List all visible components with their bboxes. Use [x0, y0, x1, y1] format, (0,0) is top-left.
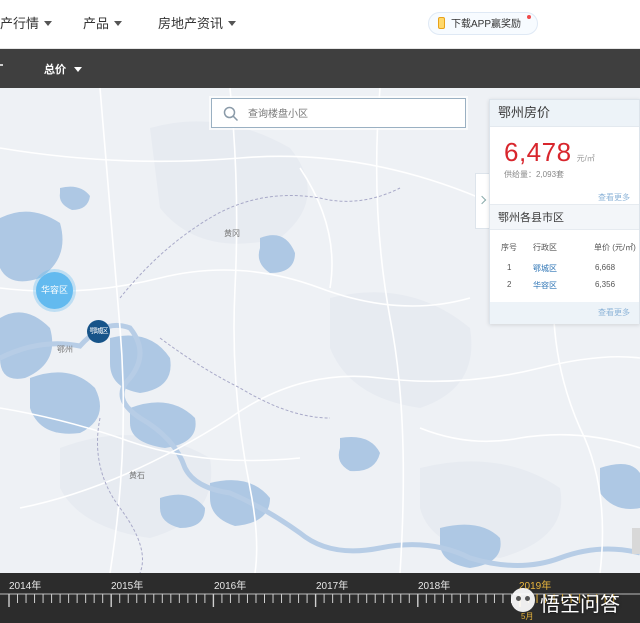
- total-price-label: 总价: [44, 64, 66, 76]
- download-app-label: 下载APP赢奖励: [451, 19, 522, 30]
- row-index: 1: [507, 263, 512, 272]
- supply-count: 供给量：2,093套: [504, 170, 565, 179]
- search-icon[interactable]: [223, 106, 239, 122]
- nav-item-news-label: 房地产资讯: [158, 16, 224, 31]
- year-label[interactable]: 2016年: [214, 577, 246, 592]
- chevron-down-icon: [44, 21, 53, 26]
- filter-bar-edge-mark: [0, 64, 3, 66]
- year-label[interactable]: 2017年: [316, 577, 348, 592]
- selected-month: 5月: [521, 612, 534, 621]
- total-price-filter[interactable]: 总价: [44, 61, 82, 77]
- row-price: 6,356: [595, 280, 616, 289]
- district-bubble-echeng[interactable]: 鄂城区: [87, 320, 110, 343]
- view-more-bottom-link[interactable]: 查看更多: [490, 302, 639, 324]
- search-box: [211, 98, 466, 128]
- notification-dot: [527, 15, 531, 19]
- average-price-unit: 元/㎡: [576, 154, 595, 163]
- chevron-down-icon: [228, 21, 237, 26]
- view-more-link[interactable]: 查看更多: [598, 192, 630, 203]
- chevron-down-icon: [114, 21, 123, 26]
- filter-bar: 总价: [0, 49, 640, 88]
- top-navigation: 产行情 产品 房地产资讯 下载APP赢奖励: [0, 0, 640, 49]
- table-header-district: 行政区: [533, 243, 557, 252]
- nav-item-market[interactable]: 产行情: [0, 13, 53, 32]
- average-price-value: 6,478: [504, 137, 572, 167]
- table-header-unit-price: 单价 (元/㎡): [594, 243, 636, 252]
- wukong-logo-icon: [511, 588, 535, 612]
- districts-title: 鄂州各县市区: [490, 204, 639, 230]
- nav-item-news[interactable]: 房地产资讯: [158, 13, 237, 32]
- chevron-down-icon: [74, 67, 82, 72]
- phone-icon: [438, 17, 445, 29]
- map-label-ezhou: 鄂州: [57, 345, 73, 354]
- nav-item-market-label: 产行情: [0, 16, 40, 31]
- year-label[interactable]: 2018年: [418, 577, 450, 592]
- row-index: 2: [507, 280, 512, 289]
- panel-title: 鄂州房价: [490, 100, 639, 127]
- row-district-link[interactable]: 鄂城区: [533, 263, 557, 274]
- price-panel: 鄂州房价 6,478 元/㎡ 供给量：2,093套 查看更多 鄂州各县市区 序号 …: [489, 99, 640, 324]
- watermark-text: 悟空问答: [540, 592, 620, 616]
- table-header-index: 序号: [501, 243, 517, 252]
- year-label[interactable]: 2014年: [9, 577, 41, 592]
- row-price: 6,668: [595, 263, 616, 272]
- download-app-button[interactable]: 下载APP赢奖励: [428, 12, 538, 35]
- nav-item-products[interactable]: 产品: [83, 13, 123, 32]
- map-zoom-handle[interactable]: [632, 528, 640, 554]
- row-district-link[interactable]: 华容区: [533, 280, 557, 291]
- district-bubble-huarong[interactable]: 华容区: [36, 272, 73, 309]
- chevron-right-icon: [477, 195, 487, 205]
- map-label-huanggang: 黄冈: [224, 229, 240, 238]
- map-label-huangshi: 黄石: [129, 471, 145, 480]
- panel-collapse-toggle[interactable]: [475, 173, 489, 229]
- year-label[interactable]: 2015年: [111, 577, 143, 592]
- average-price: 6,478 元/㎡: [504, 137, 595, 168]
- nav-item-products-label: 产品: [83, 16, 110, 31]
- community-search-input[interactable]: [246, 104, 450, 124]
